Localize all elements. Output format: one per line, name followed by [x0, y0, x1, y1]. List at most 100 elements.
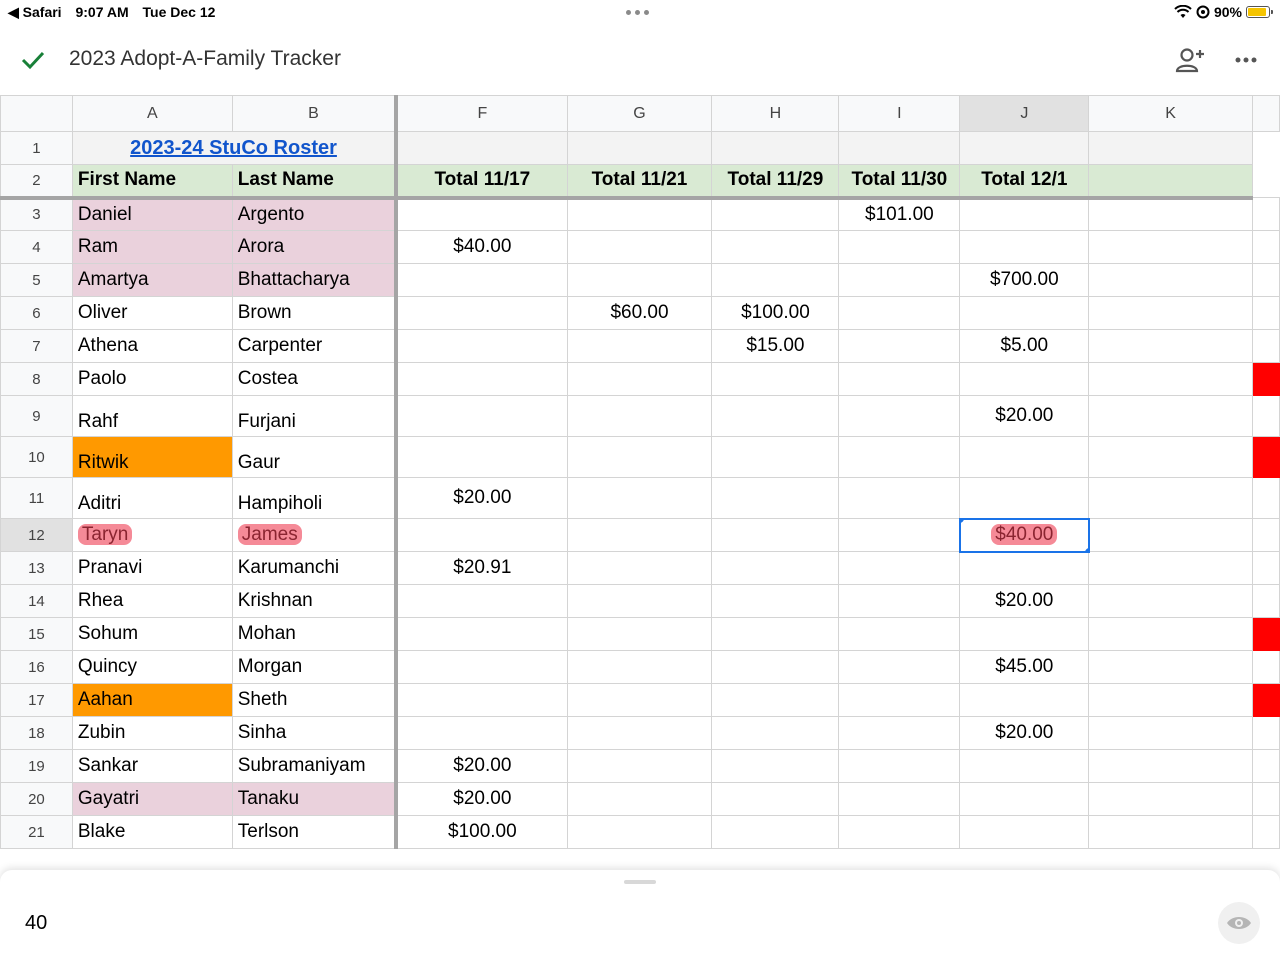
cell[interactable]: Quincy	[71, 650, 233, 684]
cell[interactable]	[1088, 296, 1253, 330]
cell[interactable]: $100.00	[395, 815, 568, 849]
formula-sheet[interactable]: 40	[0, 870, 1280, 960]
cell[interactable]: First Name	[71, 164, 233, 200]
cell[interactable]	[838, 329, 961, 363]
column-header[interactable]: A	[71, 95, 233, 132]
cell[interactable]	[395, 296, 568, 330]
cell[interactable]: Tanaku	[231, 782, 399, 816]
roster-link[interactable]: 2023-24 StuCo Roster	[130, 137, 337, 159]
column-header[interactable]: I	[838, 95, 961, 132]
cell[interactable]	[838, 782, 961, 816]
cell[interactable]	[959, 477, 1090, 519]
cell[interactable]	[838, 296, 961, 330]
cell[interactable]	[566, 362, 713, 396]
cell[interactable]	[711, 683, 840, 717]
cell[interactable]	[1088, 362, 1253, 396]
row-header[interactable]: 17	[0, 683, 73, 717]
cell[interactable]	[838, 395, 961, 437]
cell[interactable]	[1088, 197, 1253, 231]
cell[interactable]: Oliver	[71, 296, 233, 330]
cell[interactable]: Sinha	[231, 716, 399, 750]
cell[interactable]: Hampiholi	[231, 477, 399, 519]
cell[interactable]: Bhattacharya	[231, 263, 399, 297]
more-icon[interactable]	[1234, 56, 1258, 64]
cell[interactable]	[395, 362, 568, 396]
cell[interactable]	[566, 436, 713, 478]
cell[interactable]	[1088, 683, 1253, 717]
check-icon[interactable]	[20, 48, 46, 72]
add-person-icon[interactable]	[1174, 46, 1206, 74]
cell[interactable]	[1088, 518, 1253, 552]
cell[interactable]	[566, 815, 713, 849]
cell[interactable]	[1088, 230, 1253, 264]
cell[interactable]	[959, 815, 1090, 849]
cell[interactable]: Aahan	[71, 683, 233, 717]
cell[interactable]: Amartya	[71, 263, 233, 297]
cell[interactable]	[566, 749, 713, 783]
cell[interactable]: Mohan	[231, 617, 399, 651]
cell[interactable]	[1088, 650, 1253, 684]
cell[interactable]	[959, 296, 1090, 330]
cell[interactable]	[838, 477, 961, 519]
cell[interactable]	[395, 617, 568, 651]
cell[interactable]	[566, 683, 713, 717]
cell[interactable]	[838, 436, 961, 478]
cell[interactable]	[395, 584, 568, 618]
cell[interactable]	[566, 551, 713, 585]
cell[interactable]	[1088, 815, 1253, 849]
cell[interactable]: Brown	[231, 296, 399, 330]
cell[interactable]: $20.00	[959, 716, 1090, 750]
cell[interactable]: James	[231, 518, 399, 552]
cell[interactable]	[566, 584, 713, 618]
cell[interactable]	[566, 197, 713, 231]
row-header[interactable]: 9	[0, 395, 73, 437]
cell[interactable]	[1088, 782, 1253, 816]
cell[interactable]: Morgan	[231, 650, 399, 684]
cell[interactable]	[395, 716, 568, 750]
cell[interactable]: Carpenter	[231, 329, 399, 363]
row-header[interactable]: 15	[0, 617, 73, 651]
cell[interactable]	[838, 584, 961, 618]
cell[interactable]	[566, 230, 713, 264]
cell[interactable]	[711, 518, 840, 552]
cell[interactable]	[711, 362, 840, 396]
row-header[interactable]: 14	[0, 584, 73, 618]
cell[interactable]	[1088, 395, 1253, 437]
cell[interactable]	[395, 395, 568, 437]
cell[interactable]	[566, 329, 713, 363]
cell[interactable]	[838, 362, 961, 396]
cell[interactable]	[395, 197, 568, 231]
cell[interactable]: $15.00	[711, 329, 840, 363]
row-header[interactable]: 5	[0, 263, 73, 297]
cell[interactable]: Gaur	[231, 436, 399, 478]
corner-cell[interactable]	[0, 95, 73, 132]
cell[interactable]	[566, 617, 713, 651]
formula-value[interactable]: 40	[25, 912, 47, 935]
cell[interactable]: $40.00	[395, 230, 568, 264]
cell[interactable]: $20.00	[395, 749, 568, 783]
row-header[interactable]: 2	[0, 164, 73, 200]
cell[interactable]	[1088, 551, 1253, 585]
cell[interactable]: Blake	[71, 815, 233, 849]
cell[interactable]	[711, 131, 840, 165]
cell[interactable]	[711, 551, 840, 585]
row-header[interactable]: 6	[0, 296, 73, 330]
cell[interactable]	[1088, 329, 1253, 363]
cell[interactable]	[711, 477, 840, 519]
cell[interactable]: Rahf	[71, 395, 233, 437]
cell[interactable]: Daniel	[71, 197, 233, 231]
cell[interactable]	[566, 263, 713, 297]
row-header[interactable]: 16	[0, 650, 73, 684]
cell[interactable]: Sohum	[71, 617, 233, 651]
cell[interactable]	[711, 749, 840, 783]
cell[interactable]	[959, 617, 1090, 651]
cell[interactable]: Costea	[231, 362, 399, 396]
column-header[interactable]: H	[711, 95, 840, 132]
cell[interactable]: $101.00	[838, 197, 961, 231]
cell[interactable]: Ram	[71, 230, 233, 264]
cell[interactable]	[395, 436, 568, 478]
cell[interactable]	[711, 617, 840, 651]
row-header[interactable]: 3	[0, 197, 73, 231]
cell[interactable]	[1088, 477, 1253, 519]
cell[interactable]: $45.00	[959, 650, 1090, 684]
